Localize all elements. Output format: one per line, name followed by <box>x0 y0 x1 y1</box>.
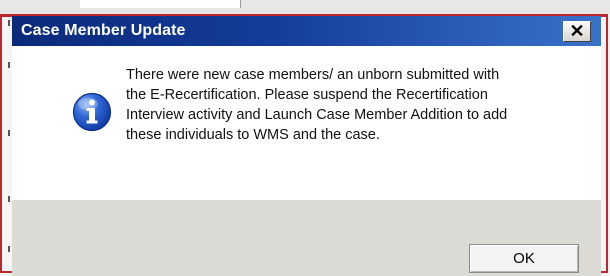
message-line: the E-Recertification. Please suspend th… <box>126 87 488 103</box>
background-window-edge <box>0 0 610 14</box>
close-icon: ✕ <box>569 21 585 41</box>
dialog-footer: OK <box>12 200 601 276</box>
screen: Case Member Update ✕ There were new case… <box>0 0 610 276</box>
message-line: There were new case members/ an unborn s… <box>126 67 500 83</box>
dialog-body: There were new case members/ an unborn s… <box>12 46 601 200</box>
background-element <box>80 0 241 8</box>
dialog-titlebar[interactable]: Case Member Update ✕ <box>12 16 601 46</box>
case-member-update-dialog: Case Member Update ✕ There were new case… <box>12 16 601 276</box>
dialog-message: There were new case members/ an unborn s… <box>126 65 596 145</box>
info-icon <box>72 92 112 132</box>
close-button[interactable]: ✕ <box>563 21 591 42</box>
dialog-title: Case Member Update <box>21 22 186 39</box>
ok-button[interactable]: OK <box>469 244 579 273</box>
message-line: these individuals to WMS and the case. <box>126 127 380 143</box>
message-line: Interview activity and Launch Case Membe… <box>126 107 508 123</box>
